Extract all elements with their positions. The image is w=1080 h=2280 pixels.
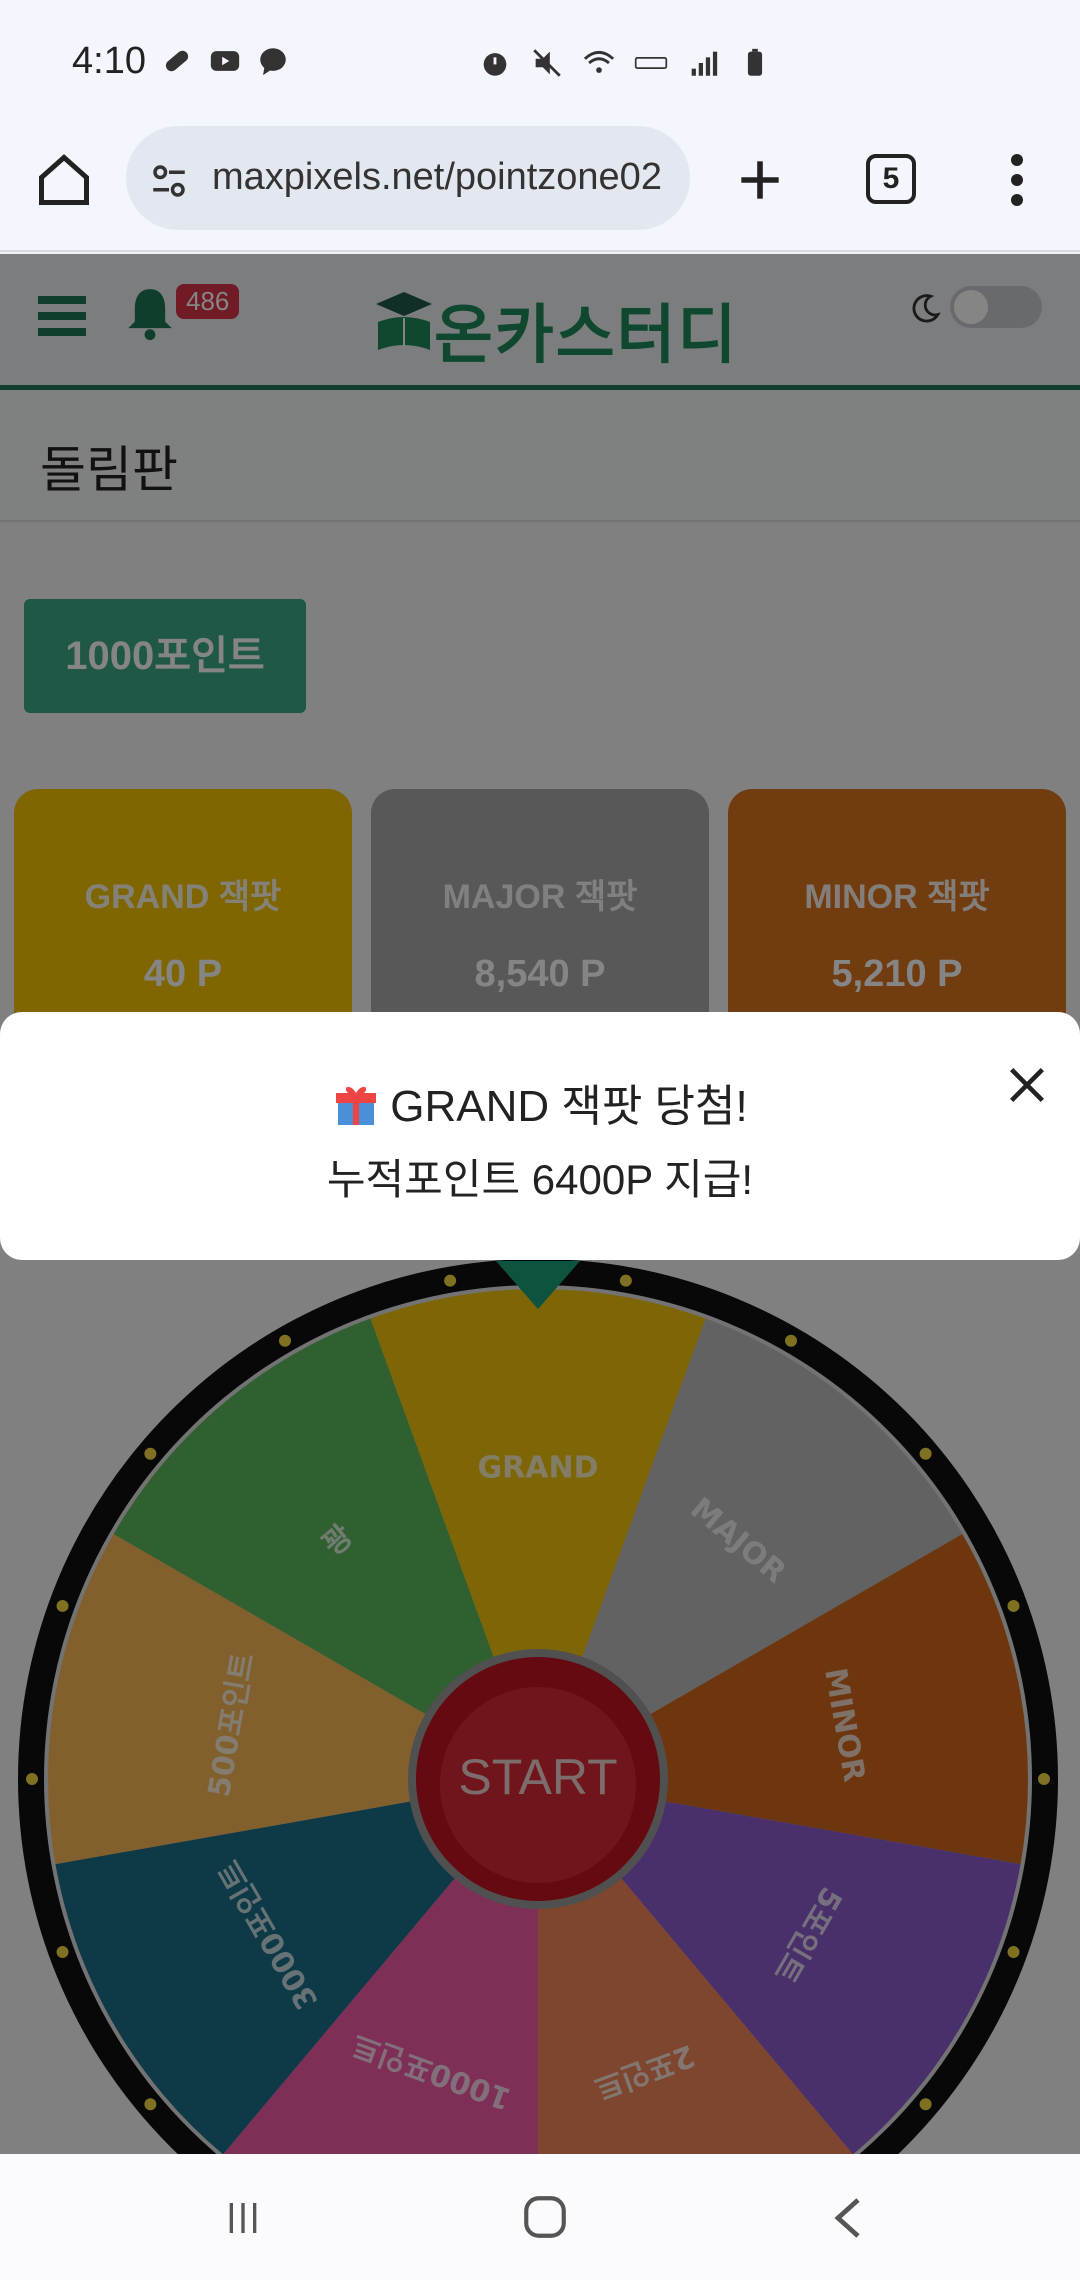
- popup-title: GRAND 잭팟 당첨!: [0, 1070, 1080, 1134]
- battery-icon: [747, 48, 763, 76]
- gift-icon: [336, 1086, 377, 1125]
- status-bar: 4:10: [0, 0, 1080, 120]
- home-icon[interactable]: [34, 150, 94, 210]
- wifi-icon: [583, 50, 615, 73]
- signal-icon: [691, 51, 718, 76]
- system-nav-bar: [0, 2154, 1080, 2280]
- messenger-icon: [260, 48, 286, 76]
- new-tab-icon[interactable]: [732, 152, 788, 208]
- status-time: 4:10: [72, 40, 146, 82]
- more-menu-icon[interactable]: [1000, 150, 1034, 210]
- url-text[interactable]: maxpixels.net/pointzone02: [212, 156, 662, 199]
- jackpot-win-popup: GRAND 잭팟 당첨! 누적포인트 6400P 지급!: [0, 1012, 1080, 1260]
- popup-message: 누적포인트 6400P 지급!: [326, 1156, 754, 1203]
- popup-title-text: GRAND 잭팟 당첨!: [390, 1082, 748, 1131]
- back-icon[interactable]: [828, 2194, 868, 2242]
- pill-icon: [165, 50, 189, 72]
- youtube-icon: [210, 51, 240, 71]
- site-settings-icon[interactable]: [148, 160, 190, 202]
- browser-toolbar: maxpixels.net/pointzone02 5: [0, 120, 1080, 252]
- tab-switcher-button[interactable]: 5: [866, 154, 916, 204]
- volte-icon: [634, 57, 668, 69]
- status-system-icons: [478, 46, 772, 80]
- status-notification-icons: [160, 44, 290, 78]
- recent-apps-icon[interactable]: [222, 2198, 264, 2238]
- close-icon[interactable]: [1004, 1062, 1050, 1108]
- mute-icon: [533, 49, 561, 77]
- alarm-icon: [483, 53, 507, 76]
- nav-home-icon[interactable]: [520, 2192, 570, 2242]
